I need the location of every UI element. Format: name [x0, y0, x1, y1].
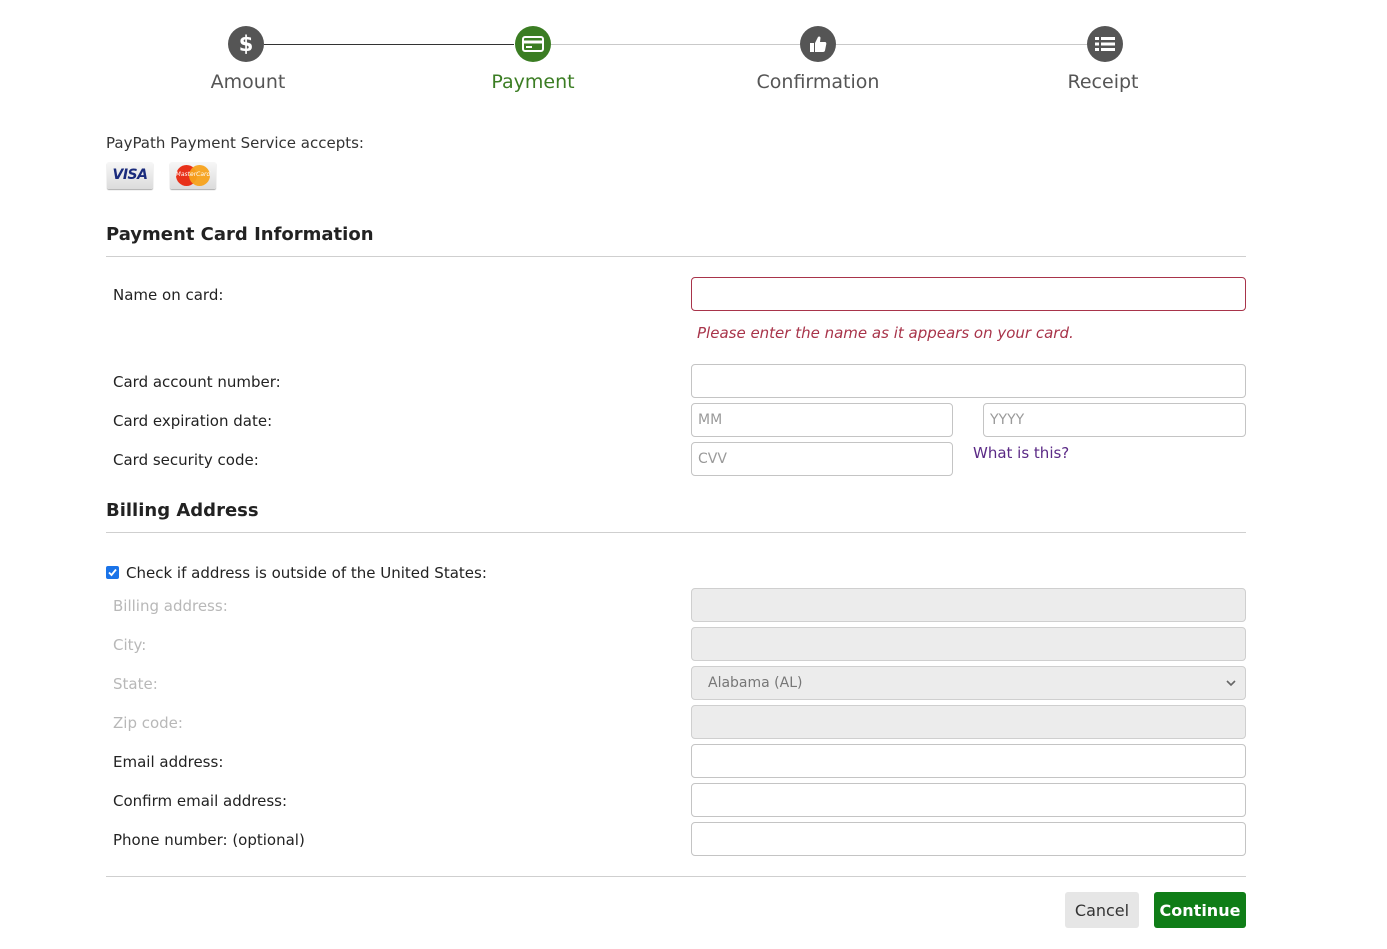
credit-card-icon — [522, 36, 544, 52]
zip-code-input[interactable] — [691, 705, 1246, 739]
footer-divider — [106, 876, 1246, 877]
billing-section-divider — [106, 532, 1246, 533]
step-connector-3 — [836, 44, 1087, 45]
step-receipt-circle — [1087, 26, 1123, 62]
list-icon — [1095, 37, 1115, 51]
progress-stepper: $ Amount Payment Confirmation Receipt — [0, 0, 1387, 110]
step-amount-label: Amount — [210, 71, 286, 93]
expiration-year-input[interactable] — [983, 403, 1246, 437]
step-connector-2 — [551, 44, 800, 45]
expiration-month-input[interactable] — [691, 403, 953, 437]
confirm-email-label: Confirm email address: — [113, 792, 288, 810]
phone-input[interactable] — [691, 822, 1246, 856]
card-number-input[interactable] — [691, 364, 1246, 398]
billing-section-title: Billing Address — [106, 500, 259, 521]
state-select-value: Alabama (AL) — [708, 675, 803, 691]
thumbs-up-icon — [810, 36, 827, 52]
step-amount-circle: $ — [228, 26, 264, 62]
step-connector-1 — [264, 44, 514, 45]
state-select[interactable]: Alabama (AL) — [691, 666, 1246, 700]
email-label: Email address: — [113, 753, 224, 771]
zip-code-label: Zip code: — [113, 714, 183, 732]
name-on-card-label: Name on card: — [113, 286, 224, 304]
step-confirmation-label: Confirmation — [756, 71, 880, 93]
visa-logo-text: VISA — [112, 167, 148, 183]
security-code-label: Card security code: — [113, 451, 259, 469]
checkmark-icon — [108, 568, 117, 577]
dollar-icon: $ — [238, 31, 254, 56]
chevron-down-icon — [1226, 680, 1236, 687]
expiration-label: Card expiration date: — [113, 412, 273, 430]
mastercard-logo-text: MasterCard — [175, 171, 211, 178]
mastercard-logo: MasterCard — [170, 162, 216, 189]
step-payment-circle — [515, 26, 551, 62]
visa-logo: VISA — [107, 162, 153, 189]
cancel-button[interactable]: Cancel — [1065, 892, 1139, 928]
city-input[interactable] — [691, 627, 1246, 661]
card-number-label: Card account number: — [113, 373, 281, 391]
step-payment-label: Payment — [491, 71, 575, 93]
card-section-divider — [106, 256, 1246, 257]
name-on-card-error: Please enter the name as it appears on y… — [697, 324, 1074, 342]
confirm-email-input[interactable] — [691, 783, 1246, 817]
billing-address-label: Billing address: — [113, 597, 228, 615]
step-receipt-label: Receipt — [1067, 71, 1139, 93]
email-input[interactable] — [691, 744, 1246, 778]
state-label: State: — [113, 675, 158, 693]
name-on-card-input[interactable] — [691, 277, 1246, 311]
billing-address-input[interactable] — [691, 588, 1246, 622]
accepts-text: PayPath Payment Service accepts: — [106, 134, 364, 152]
outside-us-checkbox[interactable] — [106, 566, 119, 579]
step-confirmation-circle — [800, 26, 836, 62]
continue-button[interactable]: Continue — [1154, 892, 1246, 928]
what-is-this-link[interactable]: What is this? — [973, 444, 1069, 462]
cvv-input[interactable] — [691, 442, 953, 476]
city-label: City: — [113, 636, 147, 654]
card-section-title: Payment Card Information — [106, 224, 374, 245]
phone-label: Phone number: (optional) — [113, 831, 305, 849]
outside-us-label: Check if address is outside of the Unite… — [126, 564, 487, 582]
